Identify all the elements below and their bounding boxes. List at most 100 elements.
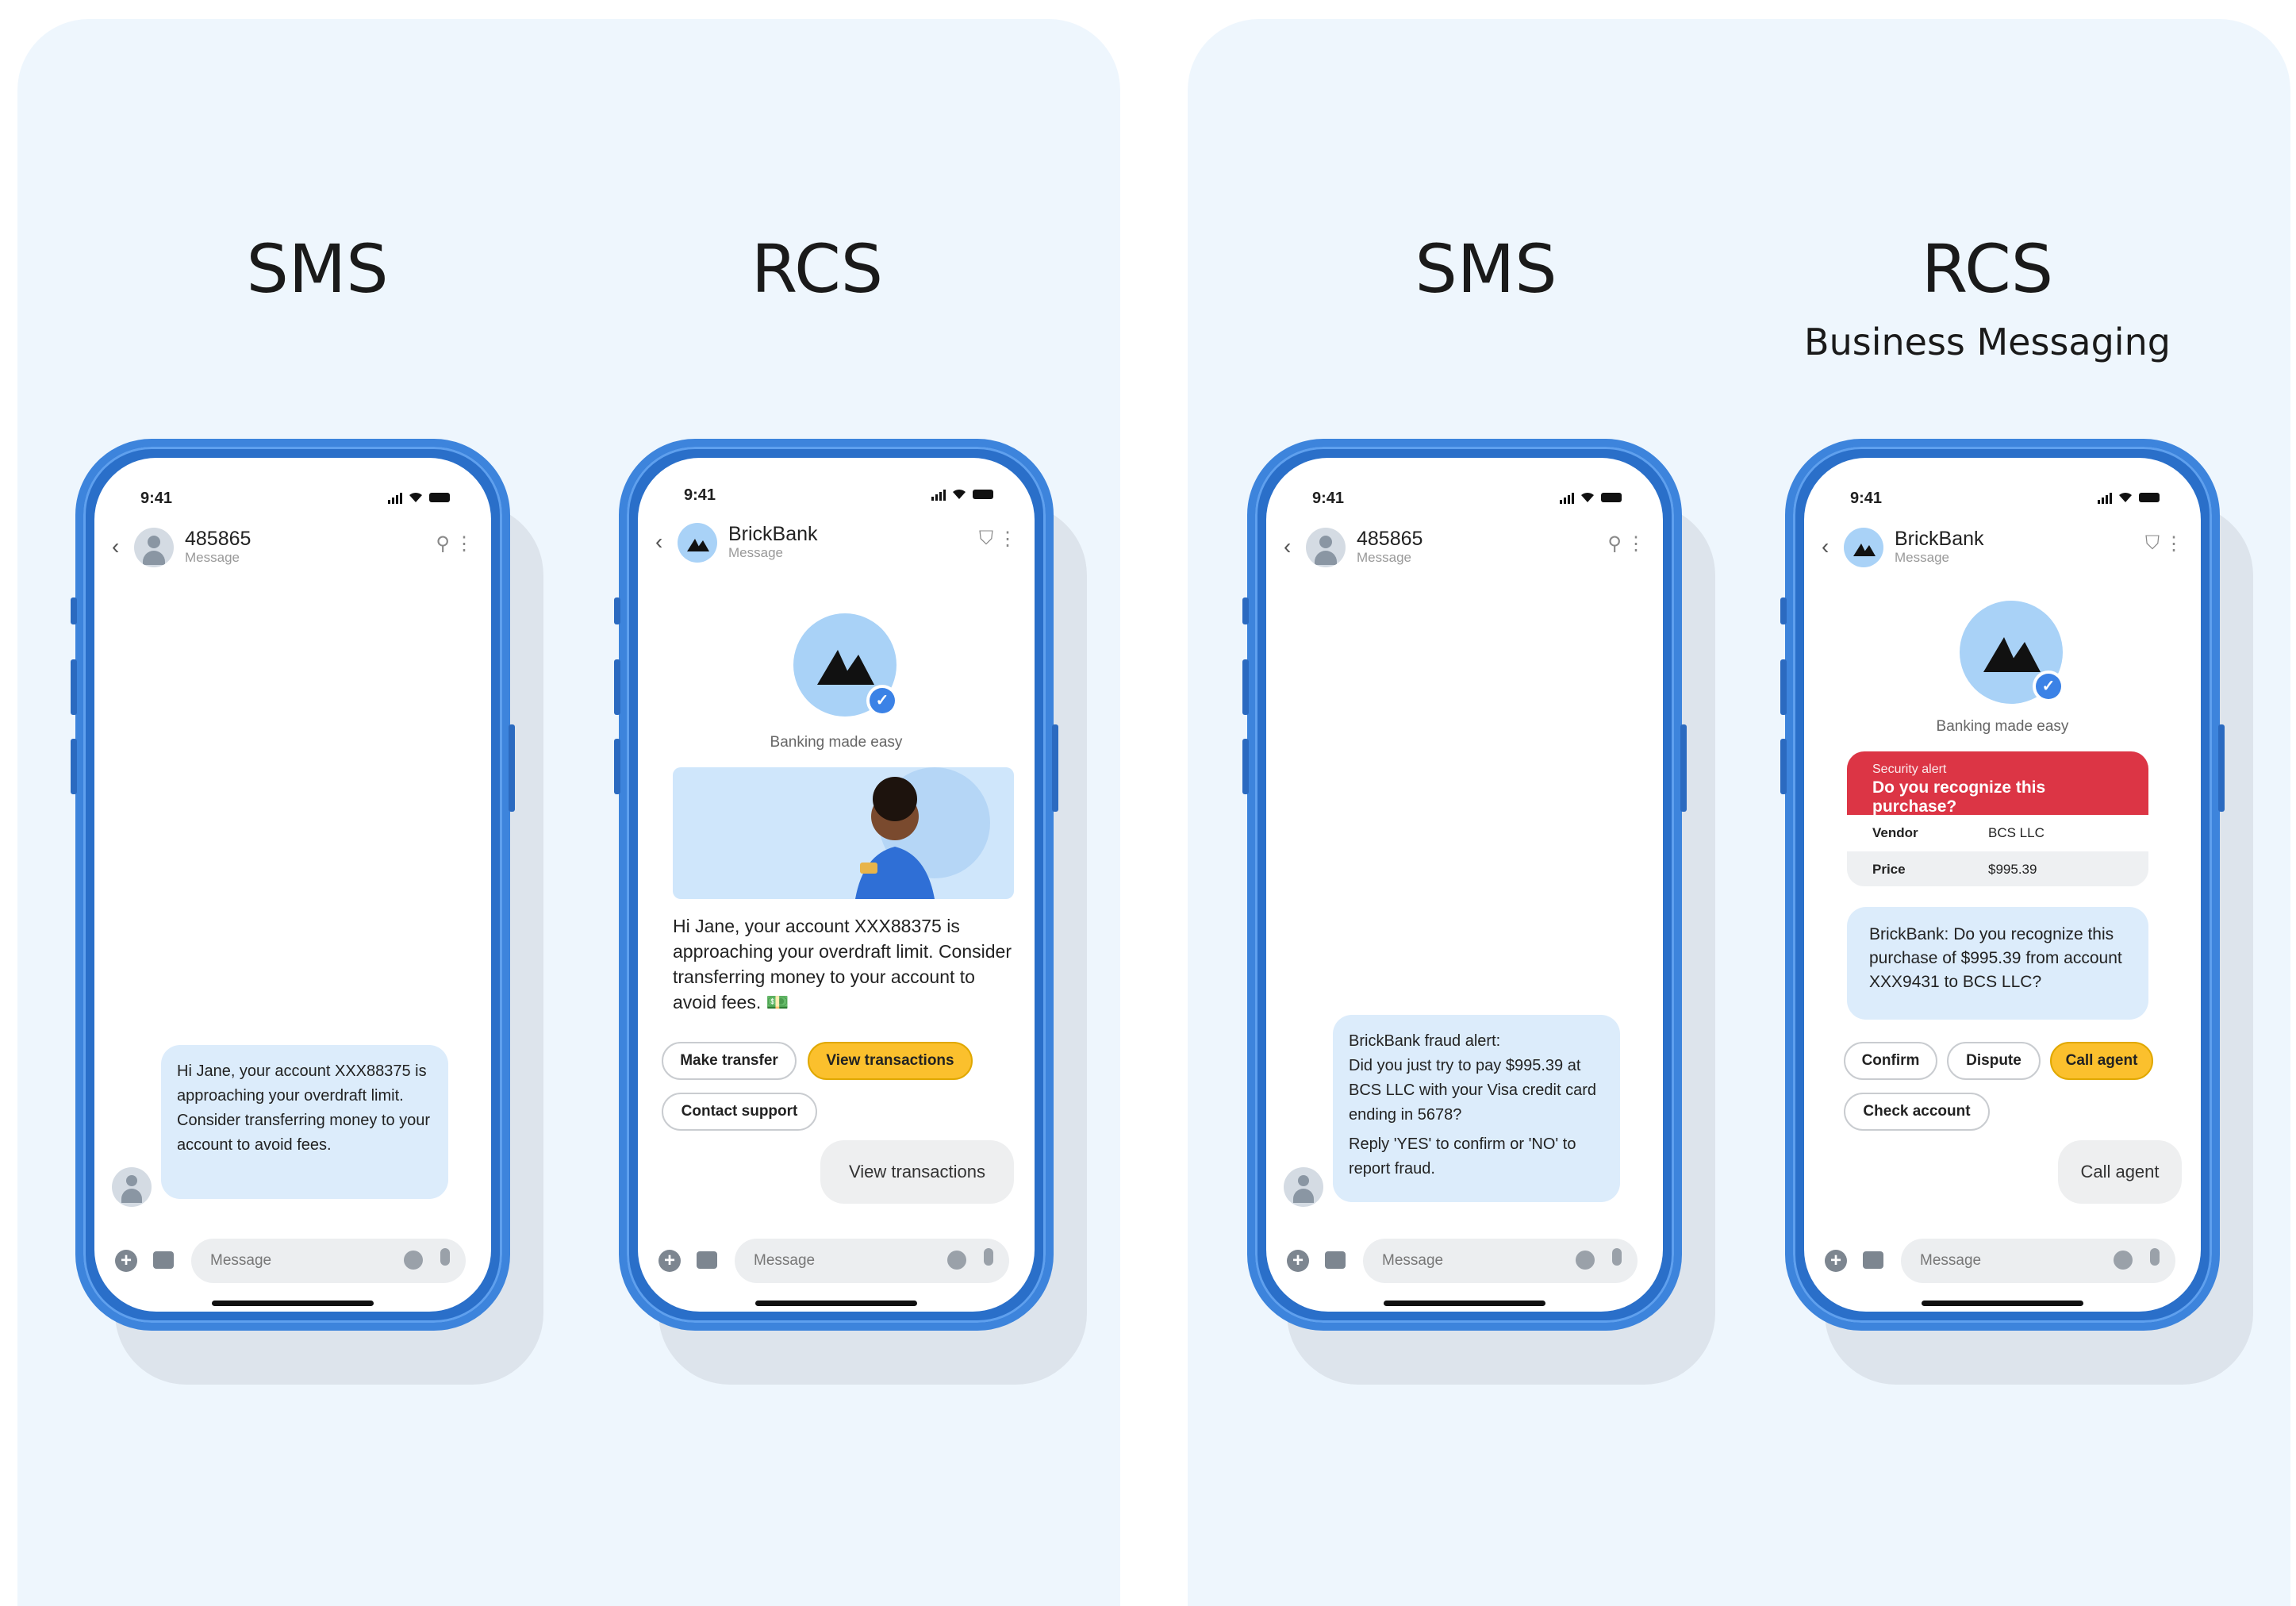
microphone-icon[interactable] — [984, 1248, 993, 1266]
more-options-icon[interactable]: ⋮ — [998, 528, 1017, 551]
status-time: 9:41 — [140, 490, 173, 507]
column-title-rcs-left: RCS — [751, 230, 884, 308]
column-subtitle-business-messaging: Business Messaging — [1804, 321, 2171, 363]
wifi-icon — [1580, 492, 1595, 503]
message-input[interactable]: Message — [1901, 1239, 2175, 1283]
column-title-rcs-right: RCS — [1921, 230, 2054, 308]
status-time: 9:41 — [1850, 490, 1883, 507]
gallery-icon[interactable] — [697, 1251, 717, 1269]
add-attachment-icon[interactable]: + — [1287, 1250, 1309, 1272]
side-button — [614, 739, 620, 794]
phone-screen: 9:41 ‹ BrickBank Message ⛉ ⋮ ✓ Banking m… — [638, 458, 1035, 1312]
home-indicator[interactable] — [755, 1301, 917, 1306]
more-options-icon[interactable]: ⋮ — [2164, 532, 2183, 555]
brand-tagline: Banking made easy — [770, 734, 903, 751]
message-line: Did you just try to pay $995.39 at BCS L… — [1349, 1057, 1596, 1124]
gallery-icon[interactable] — [1325, 1251, 1346, 1269]
contact-name: 485865 — [185, 528, 251, 550]
emoji-icon[interactable] — [2114, 1251, 2133, 1270]
side-button — [1242, 739, 1249, 794]
conversation-header: ‹ 485865 Message ⚲ ⋮ — [1266, 523, 1663, 575]
battery-icon — [1601, 493, 1622, 502]
sent-reply: View transactions — [820, 1140, 1014, 1204]
search-icon[interactable]: ⚲ — [436, 532, 450, 555]
more-options-icon[interactable]: ⋮ — [1626, 532, 1645, 555]
signal-icon — [2098, 491, 2112, 504]
side-button — [614, 659, 620, 715]
contact-subtitle: Message — [1895, 550, 1949, 565]
confirm-button[interactable]: Confirm — [1844, 1042, 1937, 1080]
compose-bar: + Message — [1266, 1239, 1663, 1286]
back-arrow-icon[interactable]: ‹ — [1822, 534, 1829, 559]
message-placeholder: Message — [210, 1252, 272, 1269]
microphone-icon[interactable] — [2150, 1248, 2160, 1266]
battery-icon — [973, 490, 993, 499]
rich-card-image — [673, 767, 1014, 899]
column-title-sms-right: SMS — [1415, 230, 1557, 308]
emoji-icon[interactable] — [404, 1251, 423, 1270]
check-account-button[interactable]: Check account — [1844, 1093, 1990, 1131]
wifi-icon — [952, 489, 966, 500]
home-indicator[interactable] — [212, 1301, 374, 1306]
dispute-button[interactable]: Dispute — [1947, 1042, 2041, 1080]
side-button — [509, 724, 515, 812]
home-indicator[interactable] — [1922, 1301, 2083, 1306]
side-button — [71, 659, 77, 715]
add-attachment-icon[interactable]: + — [1825, 1250, 1847, 1272]
wifi-icon — [409, 492, 423, 503]
microphone-icon[interactable] — [440, 1248, 450, 1266]
contact-name: BrickBank — [728, 523, 818, 545]
side-button — [1780, 597, 1787, 624]
vendor-value: BCS LLC — [1988, 825, 2045, 840]
verified-badge-icon: ✓ — [2033, 670, 2064, 702]
contact-subtitle: Message — [185, 550, 240, 565]
contact-name: 485865 — [1357, 528, 1423, 550]
battery-icon — [429, 493, 450, 502]
column-title-sms-left: SMS — [246, 230, 389, 308]
make-transfer-button[interactable]: Make transfer — [662, 1042, 797, 1080]
side-button — [1052, 724, 1058, 812]
status-bar: 9:41 — [94, 490, 491, 513]
message-input[interactable]: Message — [191, 1239, 466, 1283]
back-arrow-icon[interactable]: ‹ — [655, 529, 662, 555]
gallery-icon[interactable] — [153, 1251, 174, 1269]
add-attachment-icon[interactable]: + — [115, 1250, 137, 1272]
sent-reply: Call agent — [2058, 1140, 2182, 1204]
verified-badge-icon: ✓ — [866, 685, 898, 717]
emoji-icon[interactable] — [947, 1251, 966, 1270]
side-button — [1780, 739, 1787, 794]
phone-rcs-fraud: 9:41 ‹ BrickBank Message ⛉ ⋮ ✓ Banking m… — [1780, 439, 2225, 1331]
home-indicator[interactable] — [1384, 1301, 1545, 1306]
side-button — [1680, 724, 1687, 812]
status-time: 9:41 — [1312, 490, 1345, 507]
more-options-icon[interactable]: ⋮ — [455, 532, 474, 555]
sender-avatar — [112, 1167, 152, 1207]
message-line: BrickBank fraud alert: — [1349, 1032, 1501, 1050]
phone-sms-fraud: 9:41 ‹ 485865 Message ⚲ ⋮ BrickBank frau… — [1242, 439, 1687, 1331]
contact-support-button[interactable]: Contact support — [662, 1093, 817, 1131]
conversation-header: ‹ 485865 Message ⚲ ⋮ — [94, 523, 491, 575]
verified-shield-icon[interactable]: ⛉ — [979, 528, 993, 550]
view-transactions-button[interactable]: View transactions — [808, 1042, 973, 1080]
phone-sms-overdraft: 9:41 ‹ 485865 Message ⚲ ⋮ Hi Jane, your … — [71, 439, 515, 1331]
verified-shield-icon[interactable]: ⛉ — [2145, 532, 2160, 555]
microphone-icon[interactable] — [1612, 1248, 1622, 1266]
gallery-icon[interactable] — [1863, 1251, 1883, 1269]
compose-bar: + Message — [94, 1239, 491, 1286]
battery-icon — [2139, 493, 2160, 502]
alert-title: Do you recognize this purchase? — [1872, 778, 2046, 816]
message-input[interactable]: Message — [735, 1239, 1009, 1283]
search-icon[interactable]: ⚲ — [1607, 532, 1622, 555]
security-alert-card: Security alert Do you recognize this pur… — [1847, 751, 2148, 886]
call-agent-button[interactable]: Call agent — [2050, 1042, 2153, 1080]
conversation-header: ‹ BrickBank Message ⛉ ⋮ — [1804, 523, 2201, 575]
message-input[interactable]: Message — [1363, 1239, 1638, 1283]
emoji-icon[interactable] — [1576, 1251, 1595, 1270]
back-arrow-icon[interactable]: ‹ — [1284, 534, 1291, 559]
add-attachment-icon[interactable]: + — [658, 1250, 681, 1272]
rich-card-message: Hi Jane, your account XXX88375 is approa… — [673, 916, 1012, 1012]
phone-screen: 9:41 ‹ 485865 Message ⚲ ⋮ BrickBank frau… — [1266, 458, 1663, 1312]
back-arrow-icon[interactable]: ‹ — [112, 534, 119, 559]
status-bar: 9:41 — [1266, 490, 1663, 513]
status-time: 9:41 — [684, 486, 716, 504]
